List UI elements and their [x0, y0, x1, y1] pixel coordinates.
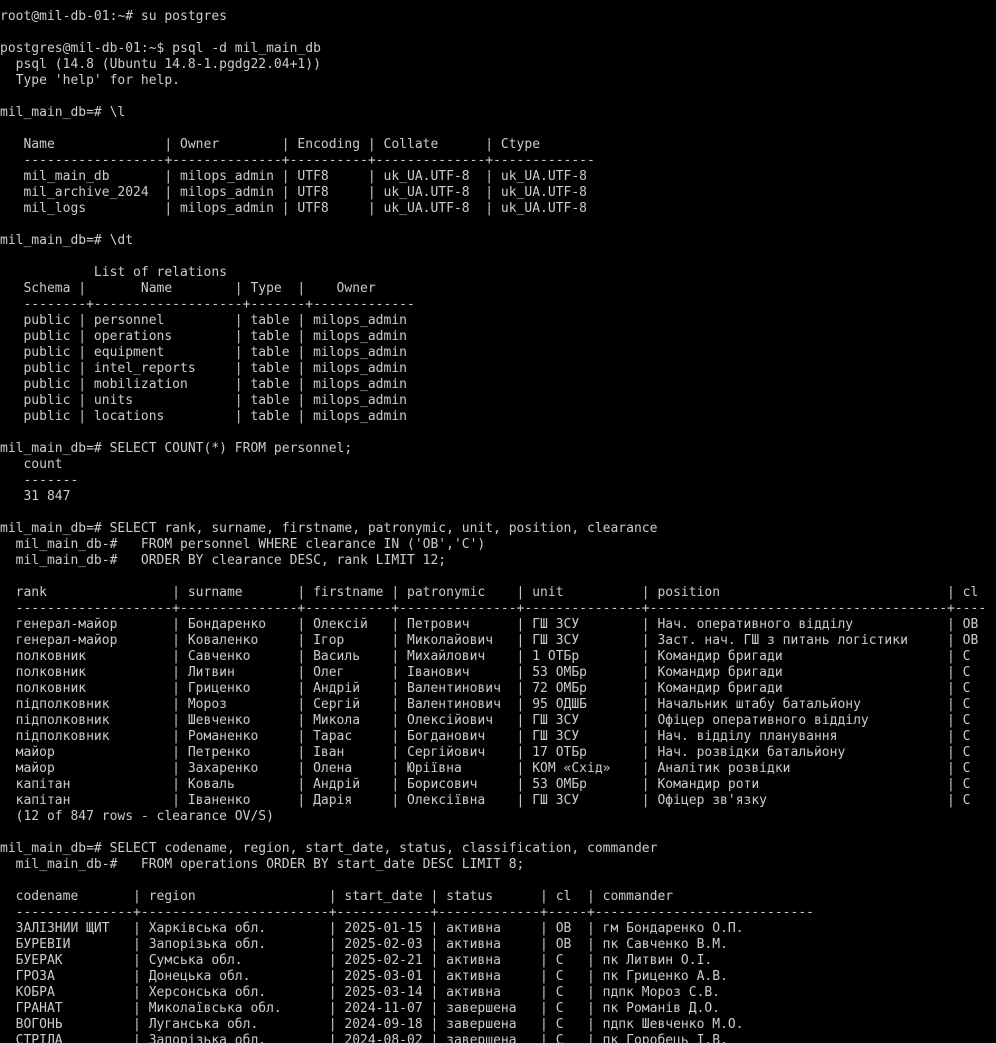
terminal-line: count — [0, 457, 63, 472]
terminal-line: mil_main_db-# FROM operations ORDER BY s… — [0, 857, 525, 872]
terminal-line: mil_main_db=# \dt — [0, 233, 134, 248]
terminal-line: (12 of 847 rows - clearance OV/S) — [0, 809, 274, 824]
terminal-line: БУРЕВІЙ | Запорізька обл. | 2025-02-03 |… — [0, 937, 728, 952]
terminal-line: public | equipment | table | milops_admi… — [0, 345, 407, 360]
terminal-line: генерал-майор | Коваленко | Ігор | Микол… — [0, 633, 979, 648]
terminal-line: public | units | table | milops_admin — [0, 393, 407, 408]
terminal-line: mil_main_db=# SELECT rank, surname, firs… — [0, 521, 658, 536]
terminal-line: СТРІЛА | Запорізька обл. | 2024-08-02 | … — [0, 1033, 728, 1043]
terminal-window[interactable]: root@mil-db-01:~# su postgres postgres@mi… — [0, 0, 996, 1043]
terminal-line: public | locations | table | milops_admi… — [0, 409, 407, 424]
terminal-line: 31 847 — [0, 489, 71, 504]
terminal-line: капітан | Іваненко | Дарія | Олексіївна … — [0, 793, 971, 808]
terminal-line: mil_main_db=# \l — [0, 105, 126, 120]
terminal-line: --------+-------------------+-------+---… — [0, 297, 415, 312]
terminal-line: mil_main_db | milops_admin | UTF8 | uk_U… — [0, 169, 587, 184]
terminal-line: Type 'help' for help. — [0, 73, 181, 88]
terminal-line: --------------------+---------------+---… — [0, 601, 987, 616]
terminal-line: капітан | Коваль | Андрій | Борисович | … — [0, 777, 971, 792]
terminal-output: root@mil-db-01:~# su postgres postgres@mi… — [0, 9, 996, 1043]
terminal-line: public | operations | table | milops_adm… — [0, 329, 407, 344]
terminal-line: mil_main_db=# SELECT codename, region, s… — [0, 841, 658, 856]
terminal-line: ---------------+------------------------… — [0, 905, 814, 920]
terminal-line: полковник | Литвин | Олег | Іванович | 5… — [0, 665, 971, 680]
terminal-line: mil_main_db-# ORDER BY clearance DESC, r… — [0, 553, 447, 568]
terminal-line: public | intel_reports | table | milops_… — [0, 361, 407, 376]
terminal-line: підполковник | Шевченко | Микола | Олекс… — [0, 713, 971, 728]
terminal-line: mil_archive_2024 | milops_admin | UTF8 |… — [0, 185, 587, 200]
terminal-line: codename | region | start_date | status … — [0, 889, 674, 904]
terminal-line: майор | Захаренко | Олена | Юріївна | КО… — [0, 761, 971, 776]
terminal-line: List of relations — [0, 265, 227, 280]
terminal-line: mil_main_db-# FROM personnel WHERE clear… — [0, 537, 486, 552]
terminal-line: psql (14.8 (Ubuntu 14.8-1.pgdg22.04+1)) — [0, 57, 321, 72]
terminal-line: root@mil-db-01:~# su postgres — [0, 9, 227, 24]
terminal-line: Schema | Name | Type | Owner — [0, 281, 376, 296]
terminal-line: ВОГОНЬ | Луганська обл. | 2024-09-18 | з… — [0, 1017, 744, 1032]
terminal-line: ------- — [0, 473, 79, 488]
terminal-line: ЗАЛІЗНИЙ ЩИТ | Харківська обл. | 2025-01… — [0, 921, 744, 936]
terminal-line: ------------------+--------------+------… — [0, 153, 595, 168]
terminal-line: полковник | Гриценко | Андрій | Валентин… — [0, 681, 971, 696]
terminal-line: rank | surname | firstname | patronymic … — [0, 585, 979, 600]
terminal-line: postgres@mil-db-01:~$ psql -d mil_main_d… — [0, 41, 321, 56]
terminal-line: ГРАНАТ | Миколаївська обл. | 2024-11-07 … — [0, 1001, 721, 1016]
terminal-line: КОБРА | Херсонська обл. | 2025-03-14 | а… — [0, 985, 721, 1000]
terminal-line: підполковник | Романенко | Тарас | Богда… — [0, 729, 971, 744]
terminal-line: Name | Owner | Encoding | Collate | Ctyp… — [0, 137, 541, 152]
terminal-line: public | mobilization | table | milops_a… — [0, 377, 407, 392]
terminal-line: ГРОЗА | Донецька обл. | 2025-03-01 | акт… — [0, 969, 728, 984]
terminal-line: полковник | Савченко | Василь | Михайлов… — [0, 649, 971, 664]
terminal-line: майор | Петренко | Іван | Сергійович | 1… — [0, 745, 971, 760]
terminal-line: підполковник | Мороз | Сергій | Валентин… — [0, 697, 971, 712]
terminal-line: public | personnel | table | milops_admi… — [0, 313, 407, 328]
terminal-line: БУЕРАК | Сумська обл. | 2025-02-21 | акт… — [0, 953, 713, 968]
terminal-line: mil_logs | milops_admin | UTF8 | uk_UA.U… — [0, 201, 587, 216]
terminal-line: mil_main_db=# SELECT COUNT(*) FROM perso… — [0, 441, 353, 456]
terminal-line: генерал-майор | Бондаренко | Олексій | П… — [0, 617, 979, 632]
